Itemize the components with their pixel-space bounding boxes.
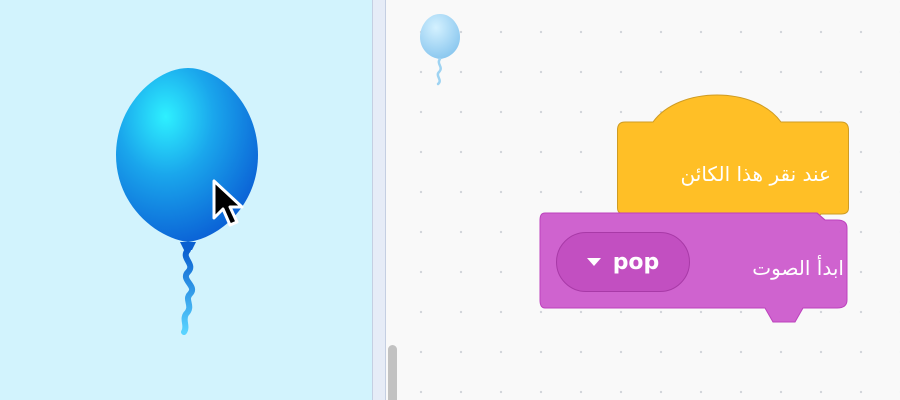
hat-block-label: عند نقر هذا الكائن [680,162,831,186]
mouse-pointer-icon [212,179,244,227]
hat-block-when-sprite-clicked[interactable] [617,90,849,220]
sound-dropdown-value: pop [612,249,660,275]
caret-down-icon [586,258,601,266]
panel-divider[interactable] [372,0,386,400]
stage[interactable] [0,0,372,400]
start-sound-label: ابدأ الصوت [752,256,844,280]
vertical-scrollbar[interactable] [388,345,397,400]
balloon-thumbnail [420,14,460,86]
sound-dropdown[interactable]: pop [556,232,690,292]
